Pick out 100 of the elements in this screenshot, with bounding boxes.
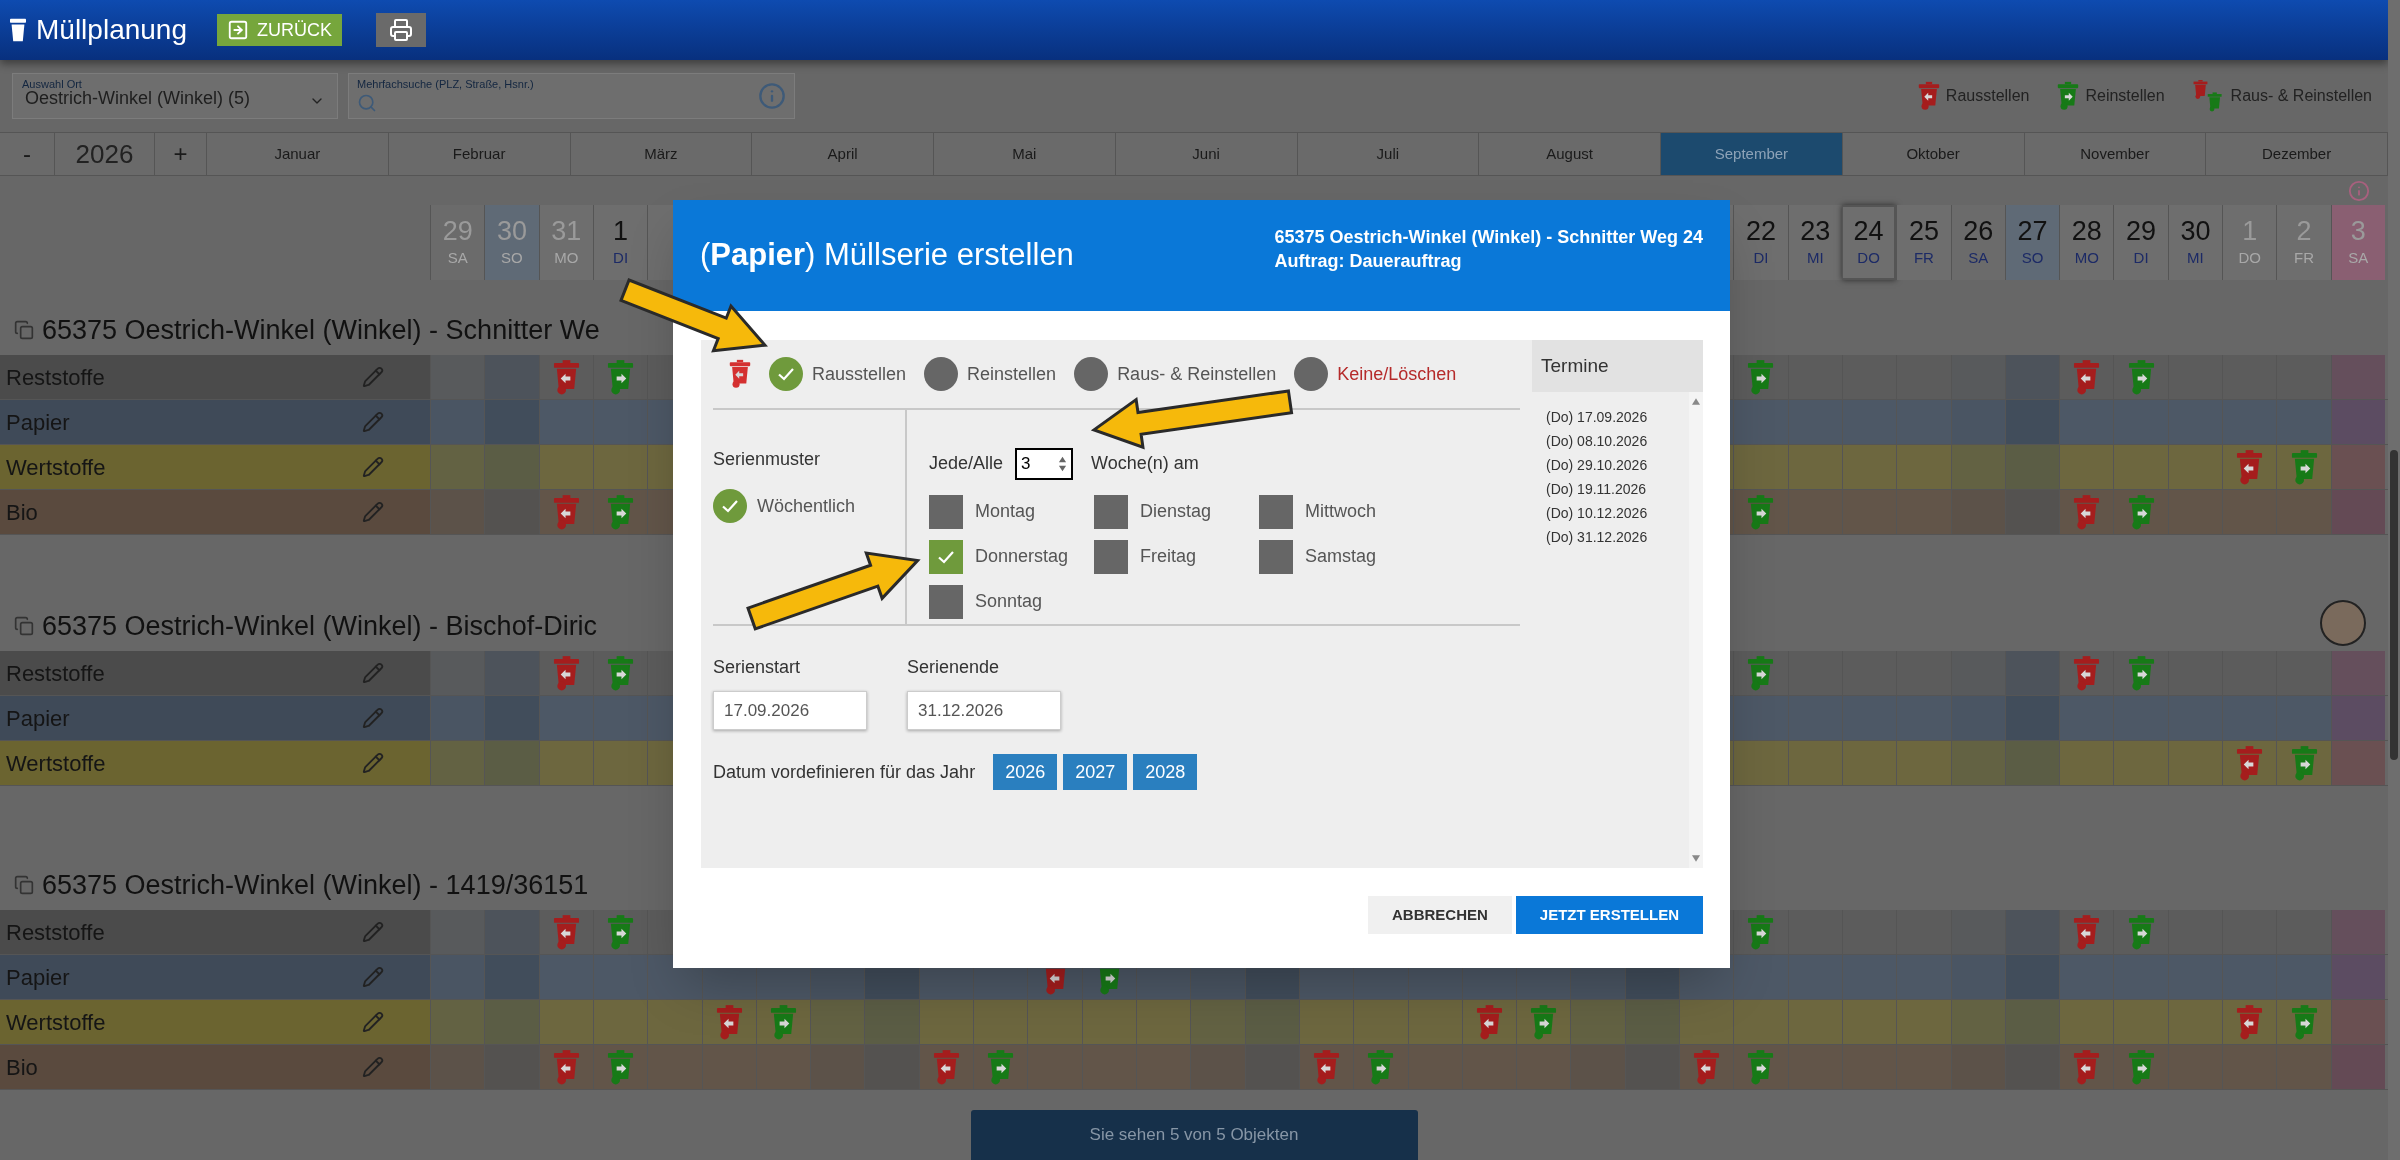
calendar-cell[interactable] — [1787, 741, 1842, 785]
calendar-cell[interactable] — [1135, 1000, 1191, 1044]
calendar-cell[interactable] — [484, 1000, 539, 1044]
calendar-cell[interactable] — [1733, 490, 1788, 534]
calendar-cell[interactable] — [918, 1000, 974, 1044]
calendar-cell[interactable] — [2222, 910, 2277, 954]
weekday-checkbox[interactable]: Sonntag — [929, 579, 1094, 624]
calendar-cell[interactable] — [1298, 1000, 1354, 1044]
calendar-cell[interactable] — [1896, 445, 1951, 489]
calendar-cell[interactable] — [2222, 400, 2277, 444]
calendar-cell[interactable] — [2113, 955, 2168, 999]
calendar-cell[interactable] — [1896, 651, 1951, 695]
calendar-cell[interactable] — [1787, 955, 1842, 999]
calendar-cell[interactable] — [2059, 490, 2114, 534]
copy-icon[interactable] — [14, 616, 34, 636]
calendar-cell[interactable] — [430, 355, 485, 399]
calendar-cell[interactable] — [538, 400, 593, 444]
calendar-cell[interactable] — [2330, 955, 2385, 999]
calendar-cell[interactable] — [1407, 1045, 1462, 1089]
calendar-cell[interactable] — [1353, 1045, 1408, 1089]
month-tab[interactable]: Juli — [1297, 133, 1480, 175]
calendar-cell[interactable] — [2059, 696, 2114, 740]
calendar-cell[interactable] — [1027, 1000, 1082, 1044]
calendar-cell[interactable] — [2004, 910, 2060, 954]
calendar-cell[interactable] — [2004, 445, 2060, 489]
calendar-cell[interactable] — [647, 1045, 702, 1089]
calendar-cell[interactable] — [2004, 355, 2060, 399]
action-radio[interactable]: Rausstellen — [769, 357, 907, 391]
calendar-cell[interactable] — [484, 651, 539, 695]
print-button[interactable] — [376, 13, 426, 47]
location-select[interactable]: Auswahl Ort Oestrich-Winkel (Winkel) (5) — [12, 73, 338, 119]
calendar-cell[interactable] — [2113, 1000, 2168, 1044]
calendar-cell[interactable] — [1787, 696, 1842, 740]
calendar-cell[interactable] — [430, 1045, 485, 1089]
calendar-cell[interactable] — [1733, 445, 1788, 489]
calendar-cell[interactable] — [1298, 1045, 1354, 1089]
calendar-cell[interactable] — [538, 955, 593, 999]
calendar-cell[interactable] — [2167, 1000, 2223, 1044]
calendar-cell[interactable] — [864, 1045, 919, 1089]
calendar-cell[interactable] — [1570, 1045, 1625, 1089]
calendar-cell[interactable] — [701, 1000, 756, 1044]
calendar-cell[interactable] — [2222, 696, 2277, 740]
weekday-checkbox[interactable]: Freitag — [1094, 534, 1259, 579]
pencil-icon[interactable] — [362, 752, 384, 774]
pencil-icon[interactable] — [362, 707, 384, 729]
calendar-cell[interactable] — [1896, 355, 1951, 399]
calendar-cell[interactable] — [2167, 490, 2223, 534]
calendar-cell[interactable] — [2222, 651, 2277, 695]
calendar-cell[interactable] — [2004, 696, 2060, 740]
calendar-cell[interactable] — [2004, 1045, 2060, 1089]
calendar-cell[interactable] — [1733, 1045, 1788, 1089]
calendar-cell[interactable] — [538, 696, 593, 740]
calendar-cell[interactable] — [538, 355, 593, 399]
calendar-cell[interactable] — [1841, 1045, 1897, 1089]
calendar-cell[interactable] — [810, 1000, 865, 1044]
calendar-cell[interactable] — [484, 696, 539, 740]
calendar-cell[interactable] — [592, 1000, 648, 1044]
pencil-icon[interactable] — [362, 456, 384, 478]
calendar-cell[interactable] — [1787, 910, 1842, 954]
calendar-cell[interactable] — [484, 741, 539, 785]
pattern-option[interactable]: Wöchentlich — [713, 489, 905, 523]
weekday-checkbox[interactable]: Donnerstag — [929, 534, 1094, 579]
calendar-cell[interactable] — [592, 741, 648, 785]
calendar-cell[interactable] — [2167, 696, 2223, 740]
calendar-cell[interactable] — [2059, 955, 2114, 999]
calendar-cell[interactable] — [1841, 741, 1897, 785]
month-tab[interactable]: März — [570, 133, 753, 175]
pencil-icon[interactable] — [362, 366, 384, 388]
calendar-cell[interactable] — [1733, 1000, 1788, 1044]
calendar-cell[interactable] — [2222, 741, 2277, 785]
calendar-cell[interactable] — [2004, 1000, 2060, 1044]
calendar-cell[interactable] — [2059, 651, 2114, 695]
year-button[interactable]: 2026 — [993, 754, 1058, 790]
calendar-cell[interactable] — [1787, 490, 1842, 534]
weekday-checkbox[interactable]: Mittwoch — [1259, 489, 1424, 534]
calendar-cell[interactable] — [1841, 490, 1897, 534]
calendar-cell[interactable] — [1624, 1000, 1679, 1044]
calendar-cell[interactable] — [2330, 696, 2385, 740]
calendar-cell[interactable] — [1353, 1000, 1408, 1044]
calendar-cell[interactable] — [1896, 1045, 1951, 1089]
calendar-cell[interactable] — [1950, 490, 2005, 534]
calendar-cell[interactable] — [864, 1000, 919, 1044]
calendar-cell[interactable] — [1896, 741, 1951, 785]
calendar-cell[interactable] — [538, 1000, 593, 1044]
calendar-cell[interactable] — [1841, 651, 1897, 695]
calendar-cell[interactable] — [2113, 355, 2168, 399]
calendar-cell[interactable] — [2113, 741, 2168, 785]
calendar-cell[interactable] — [2276, 741, 2331, 785]
action-radio[interactable]: Raus- & Reinstellen — [1074, 357, 1277, 391]
calendar-cell[interactable] — [1733, 741, 1788, 785]
increment-button[interactable]: + — [155, 133, 207, 175]
calendar-cell[interactable] — [484, 355, 539, 399]
calendar-cell[interactable] — [1407, 1000, 1462, 1044]
calendar-cell[interactable] — [2222, 1045, 2277, 1089]
calendar-cell[interactable] — [538, 490, 593, 534]
calendar-cell[interactable] — [484, 955, 539, 999]
calendar-cell[interactable] — [1950, 355, 2005, 399]
calendar-cell[interactable] — [2004, 490, 2060, 534]
calendar-cell[interactable] — [538, 1045, 593, 1089]
calendar-cell[interactable] — [484, 445, 539, 489]
